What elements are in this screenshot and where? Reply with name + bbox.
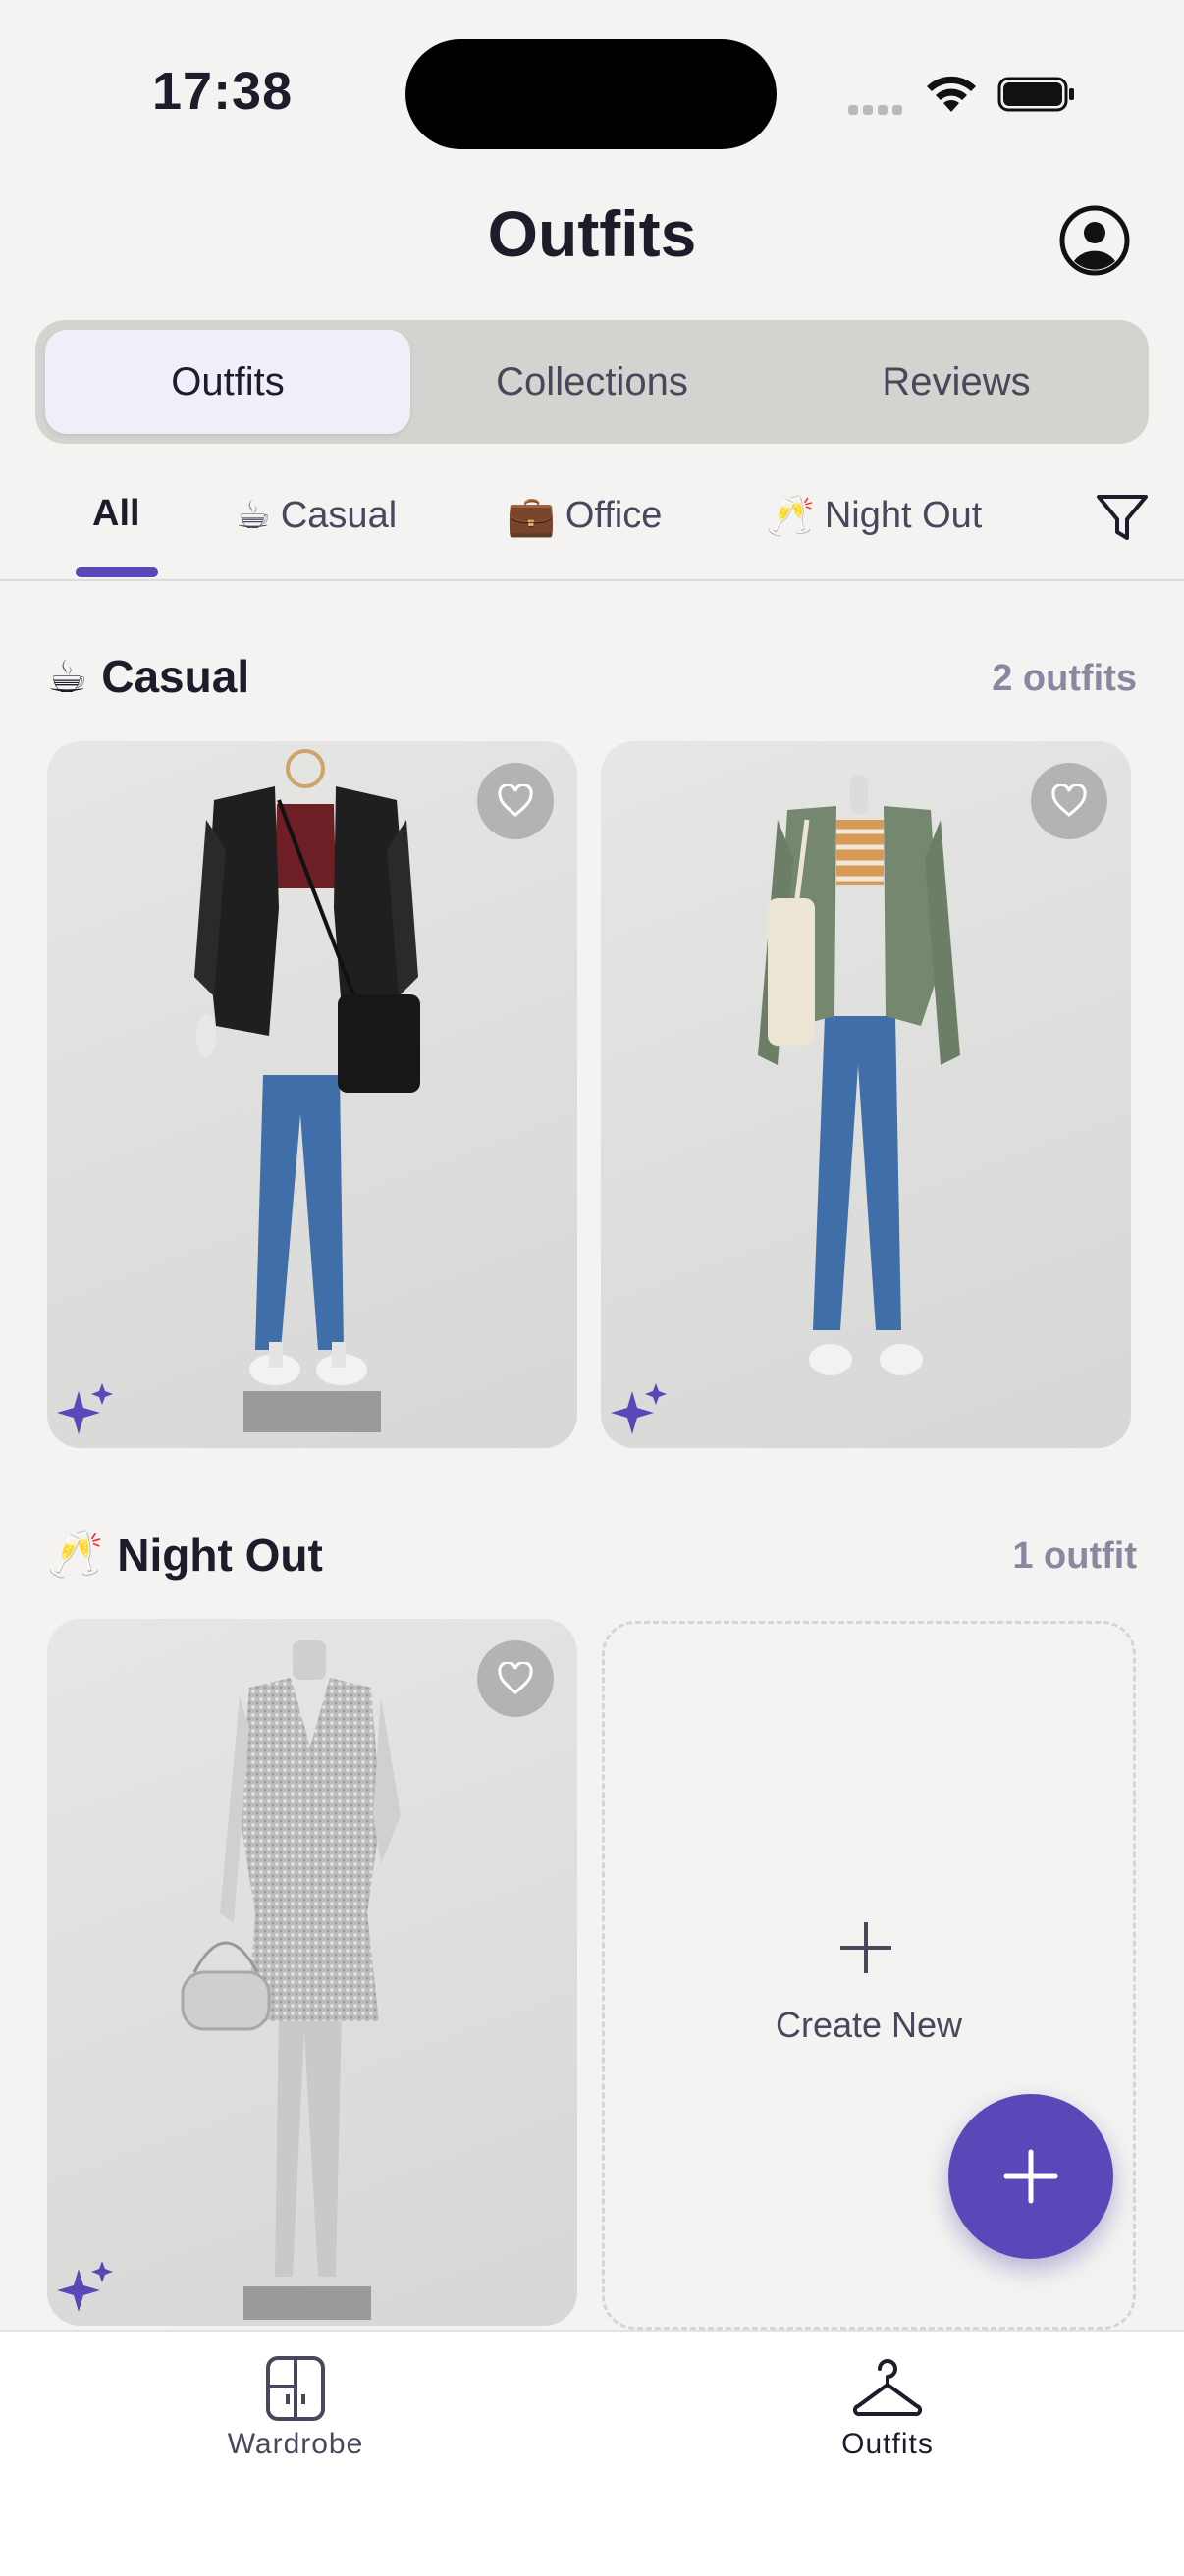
battery-icon [997, 77, 1074, 112]
champagne-icon: 🥂 [47, 1529, 104, 1580]
create-new-label: Create New [775, 2005, 963, 2045]
heart-icon [498, 784, 533, 817]
outfit-image [758, 775, 960, 1375]
cellular-signal-icon [848, 102, 907, 116]
section-header-casual: ☕ Casual 2 outfits [47, 650, 1137, 719]
coffee-icon: ☕ [47, 651, 88, 702]
dynamic-island [405, 39, 777, 149]
status-time: 17:38 [152, 62, 294, 121]
outfit-count: 1 outfit [1012, 1535, 1137, 1577]
filter-chip-all[interactable]: All [92, 493, 140, 535]
champagne-icon: 🥂 [766, 495, 815, 538]
profile-icon[interactable] [1058, 204, 1131, 277]
filter-chip-night-out[interactable]: 🥂 Night Out [766, 493, 982, 539]
coffee-icon: ☕ [236, 494, 271, 537]
status-bar: 17:38 [0, 0, 1184, 187]
active-filter-indicator [76, 567, 158, 577]
outfit-card[interactable] [47, 741, 577, 1448]
outfit-card[interactable] [601, 741, 1131, 1448]
hanger-icon [853, 2359, 922, 2417]
section-header-night-out: 🥂 Night Out 1 outfit [47, 1528, 1137, 1596]
sparkles-icon [611, 1383, 667, 1434]
section-title-text: Casual [101, 651, 250, 702]
filter-chip-label: Night Out [824, 495, 983, 536]
filter-chip-label: Office [565, 495, 663, 536]
favorite-button[interactable] [477, 763, 554, 839]
plus-icon [1003, 2149, 1058, 2204]
nav-label: Outfits [841, 2428, 934, 2460]
sparkles-icon [57, 2261, 113, 2312]
tab-outfits[interactable]: Outfits [45, 330, 410, 434]
section-title: ☕ Casual [47, 650, 249, 703]
wardrobe-icon [266, 2356, 325, 2421]
nav-item-outfits[interactable]: Outfits [740, 2355, 1035, 2461]
outfit-count: 2 outfits [992, 658, 1137, 699]
nav-label: Wardrobe [227, 2428, 364, 2460]
filter-chip-office[interactable]: 💼 Office [507, 493, 662, 539]
section-title-text: Night Out [117, 1529, 323, 1581]
outfit-card[interactable] [47, 1619, 577, 2326]
outfit-image [181, 1640, 401, 2320]
heart-icon [498, 1662, 533, 1694]
add-outfit-button[interactable] [948, 2094, 1113, 2259]
briefcase-icon: 💼 [507, 495, 556, 538]
nav-item-wardrobe[interactable]: Wardrobe [148, 2355, 443, 2461]
sparkles-icon [57, 1383, 113, 1434]
section-title: 🥂 Night Out [47, 1528, 323, 1582]
filter-chip-label: Casual [280, 494, 398, 536]
tab-reviews[interactable]: Reviews [774, 330, 1139, 434]
heart-icon [1051, 784, 1087, 817]
bottom-navigation: Wardrobe Outfits [0, 2330, 1184, 2576]
wifi-icon [927, 76, 976, 112]
funnel-icon[interactable] [1094, 489, 1151, 546]
filter-chip-label: All [92, 493, 140, 534]
favorite-button[interactable] [477, 1640, 554, 1717]
outfit-image [194, 749, 420, 1432]
filter-chip-casual[interactable]: ☕ Casual [236, 493, 397, 538]
plus-icon [840, 1922, 891, 1973]
segmented-control: Outfits Collections Reviews [35, 320, 1149, 444]
page-title: Outfits [487, 197, 697, 270]
category-filter-bar: All ☕ Casual 💼 Office 🥂 Night Out [0, 471, 1184, 581]
tab-collections[interactable]: Collections [409, 330, 775, 434]
favorite-button[interactable] [1031, 763, 1107, 839]
